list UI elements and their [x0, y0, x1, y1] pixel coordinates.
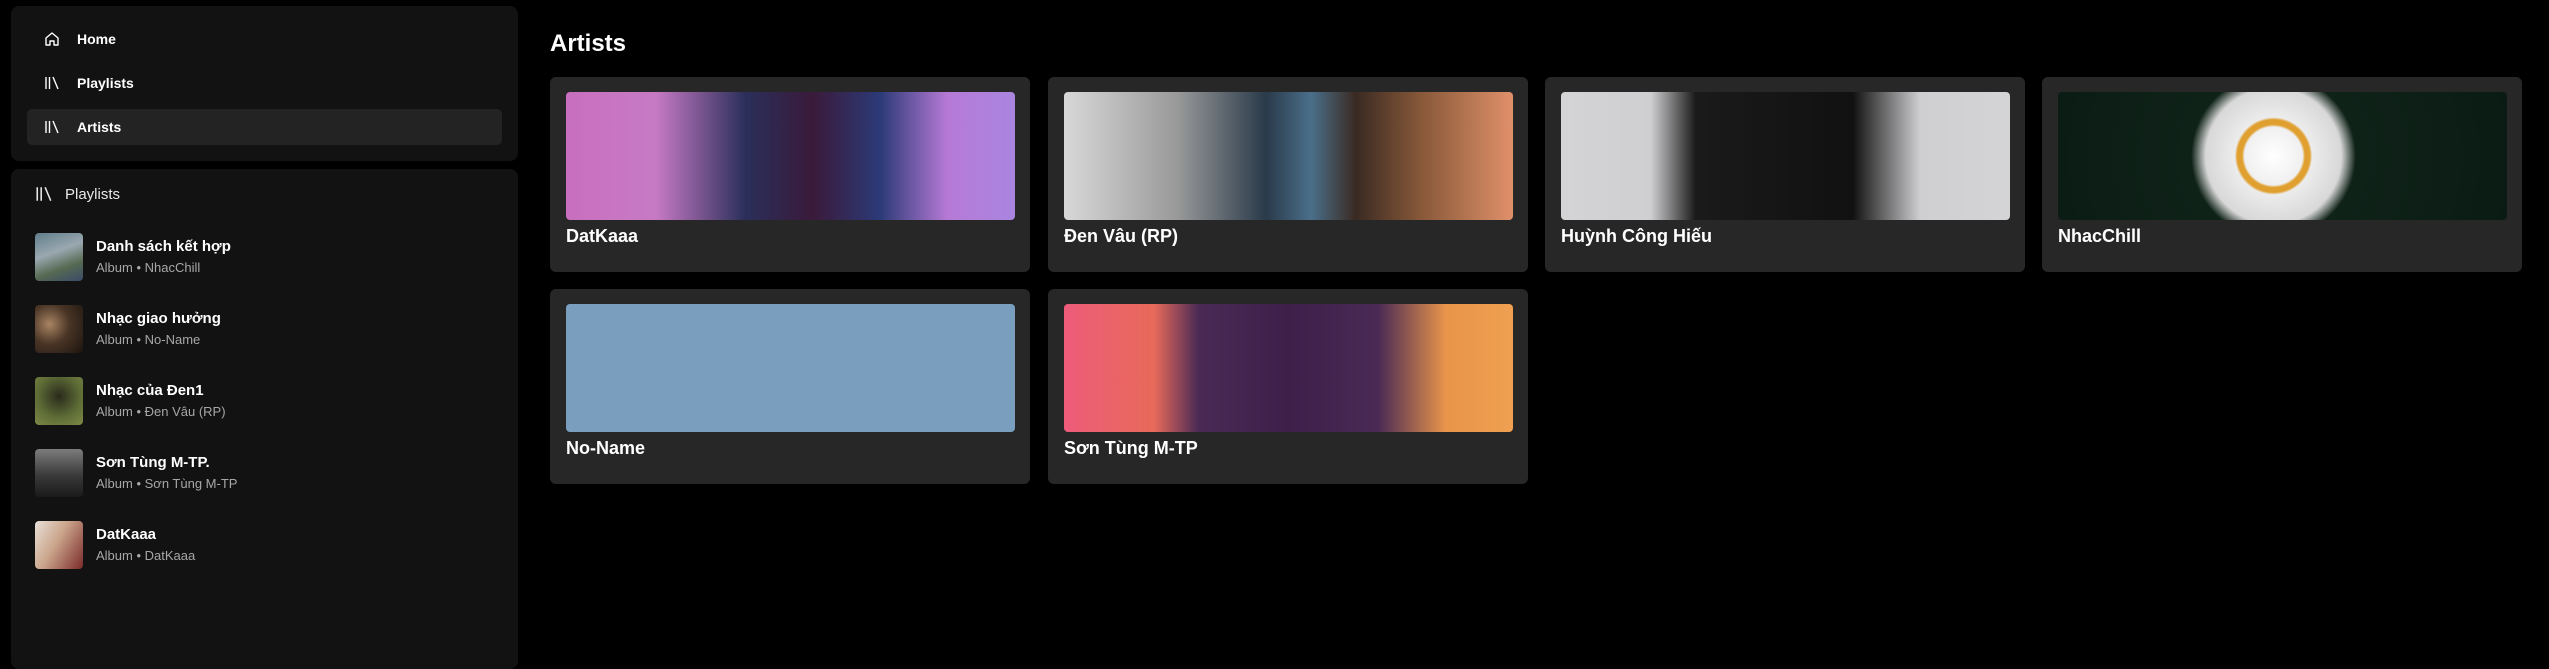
library-header[interactable]: Playlists [35, 185, 120, 203]
nav-item-playlists[interactable]: Playlists [27, 65, 502, 101]
artist-image [1064, 92, 1513, 220]
playlist-title: Sơn Tùng M-TP. [96, 453, 210, 471]
library-icon [35, 185, 53, 203]
library-icon [43, 74, 61, 92]
artist-name: Đen Vâu (RP) [1064, 226, 1179, 246]
artist-image [1561, 92, 2010, 220]
album-cover [35, 305, 83, 353]
artist-card[interactable]: DatKaaa [550, 77, 1030, 272]
album-cover [35, 521, 83, 569]
sidebar-nav: Home Playlists Artists [11, 6, 518, 161]
list-item[interactable]: Nhạc của Đen1 Album • Đen Vâu (RP) [35, 375, 505, 427]
nav-item-home[interactable]: Home [27, 21, 502, 57]
artist-name: Huỳnh Công Hiếu [1561, 226, 1712, 246]
nav-item-label: Home [77, 31, 116, 47]
album-cover [35, 233, 83, 281]
nav-item-label: Playlists [77, 75, 134, 91]
library-icon [43, 118, 61, 136]
artist-image [2058, 92, 2507, 220]
artist-name: Sơn Tùng M-TP [1064, 438, 1198, 458]
playlist-subtitle: Album • Sơn Tùng M-TP [96, 475, 238, 491]
playlist-title: DatKaaa [96, 525, 157, 543]
artist-card[interactable]: Sơn Tùng M-TP [1048, 289, 1528, 484]
artist-image [566, 92, 1015, 220]
list-item[interactable]: DatKaaa Album • DatKaaa [35, 519, 505, 571]
sidebar-library: Playlists Danh sách kết hợp Album • Nhac… [11, 169, 518, 669]
artist-card[interactable]: Huỳnh Công Hiếu [1545, 77, 2025, 272]
artist-card[interactable]: No-Name [550, 289, 1030, 484]
home-icon [43, 30, 61, 48]
artist-image [566, 304, 1015, 432]
artist-card[interactable]: Đen Vâu (RP) [1048, 77, 1528, 272]
artist-name: NhacChill [2058, 226, 2142, 246]
list-item[interactable]: Nhạc giao hưởng Album • No-Name [35, 303, 505, 355]
playlist-list: Danh sách kết hợp Album • NhacChill Nhạc… [35, 231, 505, 591]
playlist-title: Danh sách kết hợp [96, 237, 231, 255]
list-item[interactable]: Sơn Tùng M-TP. Album • Sơn Tùng M-TP [35, 447, 505, 499]
artist-card[interactable]: NhacChill [2042, 77, 2522, 272]
playlist-subtitle: Album • DatKaaa [96, 547, 196, 563]
playlist-subtitle: Album • Đen Vâu (RP) [96, 403, 226, 419]
artist-name: No-Name [566, 438, 646, 458]
playlist-title: Nhạc giao hưởng [96, 309, 221, 327]
playlist-subtitle: Album • NhacChill [96, 259, 201, 275]
page-title: Artists [550, 30, 627, 57]
artist-name: DatKaaa [566, 226, 639, 246]
playlist-subtitle: Album • No-Name [96, 331, 201, 347]
library-title: Playlists [65, 185, 121, 203]
list-item[interactable]: Danh sách kết hợp Album • NhacChill [35, 231, 505, 283]
nav-item-artists[interactable]: Artists [27, 109, 502, 145]
artist-image [1064, 304, 1513, 432]
playlist-title: Nhạc của Đen1 [96, 381, 204, 399]
album-cover [35, 377, 83, 425]
nav-item-label: Artists [77, 119, 122, 135]
album-cover [35, 449, 83, 497]
